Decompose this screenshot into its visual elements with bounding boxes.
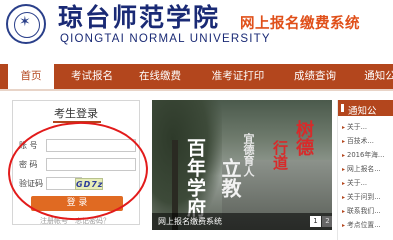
notice-item[interactable]: 关于... (342, 177, 367, 187)
nav-divider (0, 89, 393, 91)
nav-item-exam-registration[interactable]: 考试报名 (64, 64, 120, 89)
notice-item[interactable]: 考点位置... (342, 219, 381, 229)
notice-item[interactable]: 关于... (342, 121, 367, 131)
notice-panel: 通知公 关于... 百技术... 2016年海... 网上报名... 关于...… (337, 100, 393, 240)
login-button[interactable]: 登 录 (31, 196, 123, 211)
banner-calligraphy-3: 立教 (218, 158, 242, 198)
register-link[interactable]: 注册帐号 (40, 217, 68, 225)
school-name-en: QIONGTAI NORMAL UNIVERSITY (60, 33, 271, 45)
nav-item-notices[interactable]: 通知公 (360, 64, 393, 89)
nav-item-score-query[interactable]: 成绩查询 (287, 64, 343, 89)
banner-calligraphy-5: 树德 (293, 120, 314, 156)
nav-item-online-payment[interactable]: 在线缴费 (132, 64, 188, 89)
system-title: 网上报名缴费系统 (240, 16, 360, 32)
banner-page-2[interactable]: 2 (322, 216, 332, 227)
captcha-label: 验证码 (19, 179, 43, 188)
banner-calligraphy-1: 百年学府 (184, 138, 206, 218)
notice-item[interactable]: 联系我们... (342, 205, 381, 215)
password-input[interactable] (46, 158, 136, 171)
notice-header: 通知公 (338, 100, 393, 117)
notice-item[interactable]: 百技术... (342, 135, 374, 145)
nav-item-home[interactable]: 首页 (8, 64, 54, 89)
banner-caption: 网上报名缴费系统 (158, 217, 222, 226)
banner-page-1[interactable]: 1 (310, 216, 321, 227)
notice-item[interactable]: 关于问到... (342, 191, 381, 201)
notice-header-mark (341, 104, 344, 112)
notice-item[interactable]: 2016年海... (342, 149, 384, 159)
forgot-password-link[interactable]: 忘记密码？ (75, 217, 110, 225)
nav-item-admit-card[interactable]: 准考证打印 (205, 64, 271, 89)
school-name-cn: 琼台师范学院 (58, 3, 221, 32)
account-input[interactable] (46, 139, 136, 152)
banner-calligraphy-4: 行道 (271, 140, 289, 170)
notice-title: 通知公 (348, 106, 377, 117)
captcha-image[interactable]: GD7z (75, 178, 103, 190)
login-title-underline (53, 121, 101, 123)
account-label: 账 号 (19, 141, 38, 150)
banner-carousel[interactable]: 百年学府 宜德育人 立教 行道 树德 网上报名缴费系统 1 2 (152, 100, 332, 230)
login-links: 注册帐号 忘记密码？ (40, 216, 117, 226)
site-header: 琼台师范学院 QIONGTAI NORMAL UNIVERSITY 网上报名缴费… (0, 0, 393, 62)
main-nav: 首页 考试报名 在线缴费 准考证打印 成绩查询 通知公 (0, 64, 393, 89)
login-title: 考生登录 (54, 107, 98, 120)
school-logo[interactable] (6, 4, 46, 44)
password-label: 密 码 (19, 160, 38, 169)
notice-item[interactable]: 网上报名... (342, 163, 381, 173)
